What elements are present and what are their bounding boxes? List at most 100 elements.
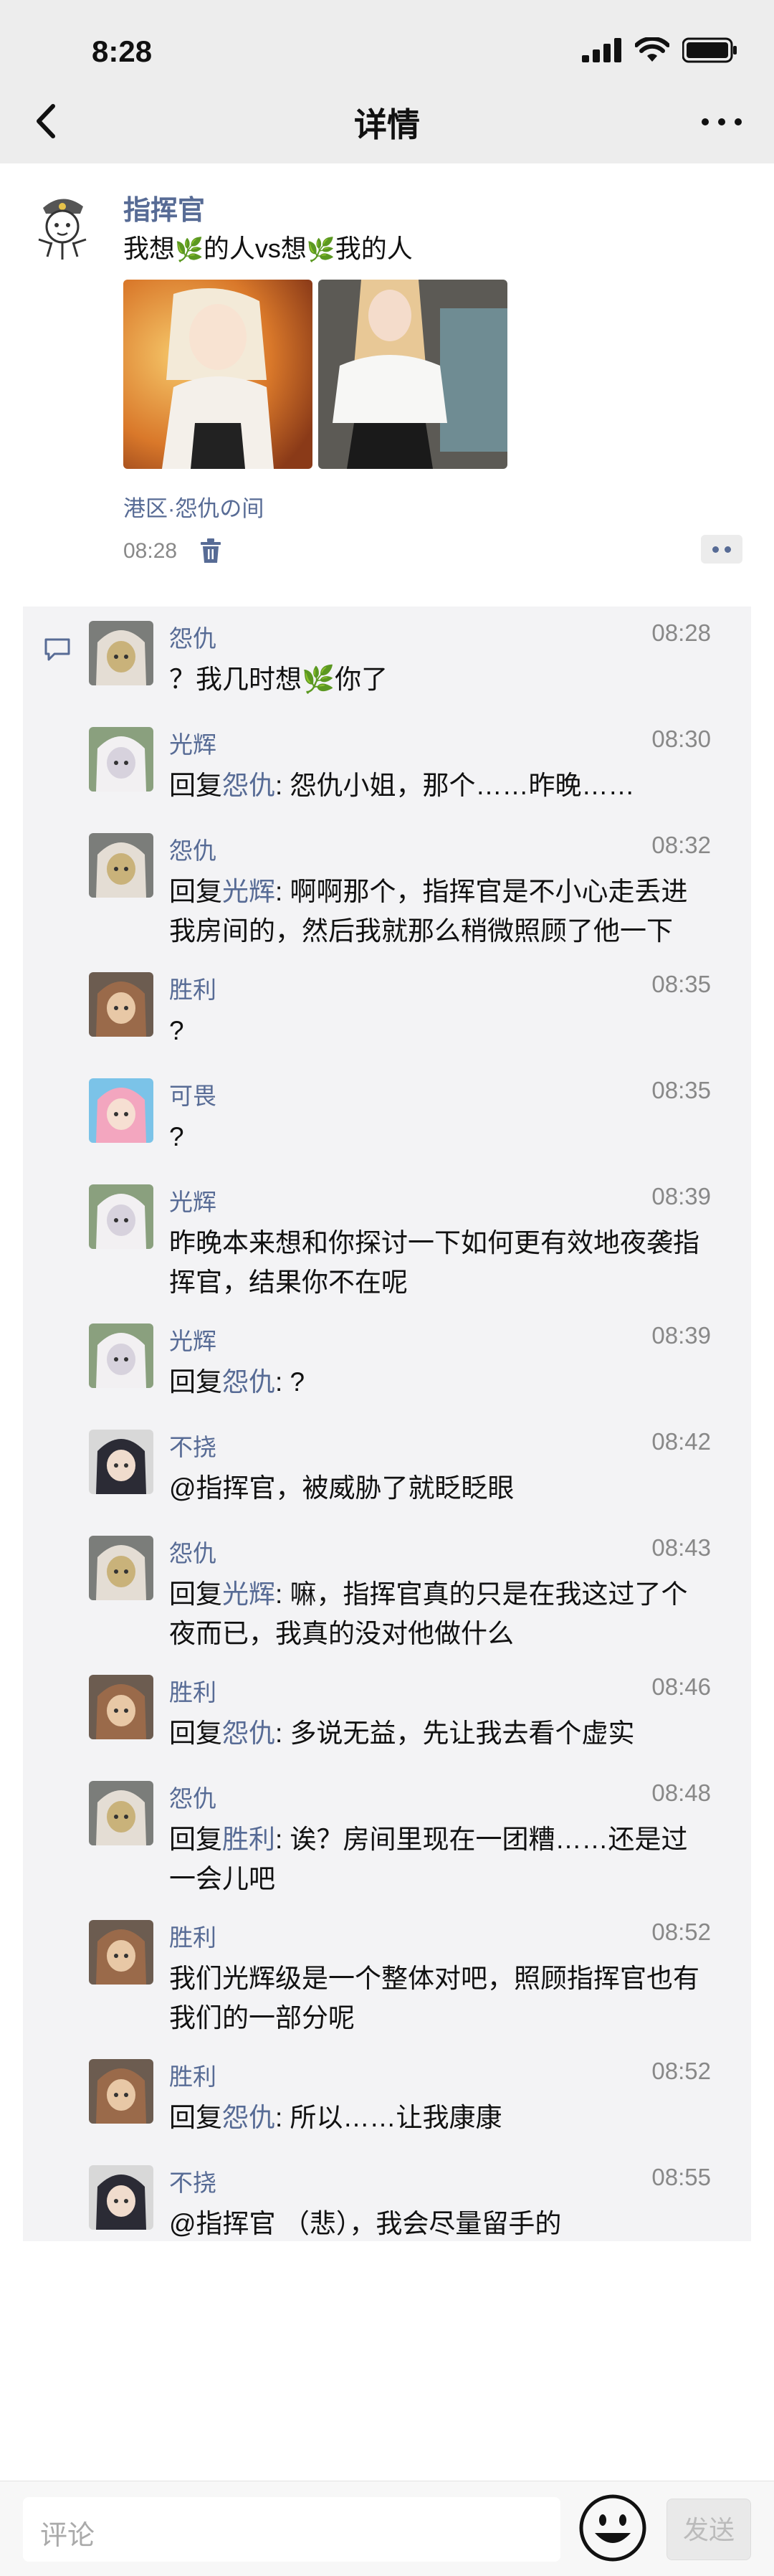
comment-item[interactable]: 怨仇 08:48 回复胜利: 诶？房间里现在一团糟……还是过一会儿吧 (23, 1767, 751, 1906)
send-button[interactable]: 发送 (666, 2499, 751, 2560)
commenter-name[interactable]: 怨仇 (169, 1534, 216, 1569)
comment-time: 08:52 (651, 2058, 711, 2084)
comment-list: 怨仇 08:28 ？我几时想🌿你了 光辉 08:30 回复怨仇: 怨仇小姐，那个……昨晚…… (23, 607, 751, 2241)
comment-body: ? (169, 1122, 184, 1151)
reply-target-name[interactable]: 光辉 (222, 877, 275, 906)
reply-prefix: 回复 (169, 2103, 222, 2132)
commenter-name[interactable]: 胜利 (169, 1919, 216, 1953)
comment-text: 回复怨仇: 所以……让我康康 (169, 2098, 714, 2137)
reply-target-name[interactable]: 光辉 (222, 1579, 275, 1609)
comment-text: 回复怨仇: 多说无益，先让我去看个虚实 (169, 1714, 714, 1753)
comment-item[interactable]: 光辉 08:39 回复怨仇: ? (23, 1309, 751, 1415)
commenter-name[interactable]: 怨仇 (169, 619, 216, 654)
commenter-avatar[interactable] (89, 1184, 153, 1249)
comment-item[interactable]: 胜利 08:52 回复怨仇: 所以……让我康康 (23, 2045, 751, 2151)
nav-bar: 详情 (0, 79, 774, 163)
comment-item[interactable]: 光辉 08:30 回复怨仇: 怨仇小姐，那个……昨晚…… (23, 713, 751, 819)
comment-item[interactable]: 不挠 08:42 @指挥官，被威胁了就眨眨眼 (23, 1415, 751, 1521)
commenter-avatar[interactable] (89, 1781, 153, 1845)
commenter-name[interactable]: 可畏 (169, 1077, 216, 1111)
reply-target-name[interactable]: 胜利 (222, 1825, 275, 1854)
commenter-avatar[interactable] (89, 1675, 153, 1739)
more-actions-button[interactable] (701, 535, 742, 564)
commenter-avatar[interactable] (89, 1078, 153, 1143)
commenter-avatar[interactable] (89, 972, 153, 1037)
commenter-avatar[interactable] (89, 727, 153, 792)
comment-item[interactable]: 光辉 08:39 昨晚本来想和你探讨一下如何更有效地夜袭指挥官，结果你不在呢 (23, 1170, 751, 1309)
commenter-name[interactable]: 怨仇 (169, 832, 216, 866)
commenter-avatar[interactable] (89, 833, 153, 898)
commenter-name[interactable]: 不挠 (169, 1428, 216, 1463)
more-icon[interactable] (697, 100, 747, 143)
post-image-1[interactable] (123, 280, 312, 469)
comment-text: 回复胜利: 诶？房间里现在一团糟……还是过一会儿吧 (169, 1820, 714, 1898)
status-time: 8:28 (92, 34, 153, 68)
reply-target-name[interactable]: 怨仇 (222, 1719, 275, 1748)
comment-body: : 多说无益，先让我去看个虚实 (275, 1719, 635, 1748)
commenter-name[interactable]: 胜利 (169, 971, 216, 1005)
reply-target-name[interactable]: 怨仇 (222, 771, 275, 800)
commenter-avatar[interactable] (89, 2165, 153, 2230)
commenter-name[interactable]: 怨仇 (169, 1779, 216, 1814)
commenter-name[interactable]: 胜利 (169, 1673, 216, 1708)
signal-icon (582, 38, 621, 62)
comment-time: 08:55 (651, 2164, 711, 2190)
comment-item[interactable]: 怨仇 08:32 回复光辉: 啊啊那个，指挥官是不小心走丢进我房间的，然后我就那么稍… (23, 819, 751, 958)
comment-text: 回复怨仇: 怨仇小姐，那个……昨晚…… (169, 766, 714, 805)
comment-time: 08:35 (651, 1077, 711, 1103)
comment-item[interactable]: 怨仇 08:43 回复光辉: 嘛，指挥官真的只是在我这过了个夜而已，我真的没对他做什… (23, 1521, 751, 1660)
trash-icon[interactable] (198, 536, 224, 565)
commenter-avatar[interactable] (89, 2059, 153, 2124)
post-image-2[interactable] (318, 280, 507, 469)
post-time: 08:28 (123, 539, 178, 563)
comment-time: 08:42 (651, 1428, 711, 1455)
reply-prefix: 回复 (169, 877, 222, 906)
wifi-icon (635, 37, 669, 62)
comment-item[interactable]: 胜利 08:52 我们光辉级是一个整体对吧，照顾指挥官也有我们的一部分呢 (23, 1906, 751, 2045)
comment-body: ? (169, 1016, 184, 1045)
comment-text: 回复光辉: 啊啊那个，指挥官是不小心走丢进我房间的，然后我就那么稍微照顾了他一下 (169, 872, 714, 951)
author-avatar[interactable] (23, 185, 102, 264)
comment-body: : 怨仇小姐，那个……昨晚…… (275, 771, 635, 800)
comment-text: ？我几时想🌿你了 (169, 660, 714, 699)
post-location[interactable]: 港区·怨仇の间 (123, 490, 264, 523)
commenter-name[interactable]: 胜利 (169, 2058, 216, 2092)
comment-body: @指挥官，被威胁了就眨眨眼 (169, 1473, 515, 1503)
commenter-name[interactable]: 光辉 (169, 1322, 216, 1356)
comment-text: ? (169, 1117, 714, 1156)
post-text-part-3: 我的人 (335, 234, 413, 263)
comment-item[interactable]: 怨仇 08:28 ？我几时想🌿你了 (23, 607, 751, 713)
comment-input[interactable]: 评论 (23, 2497, 560, 2562)
emoji-icon[interactable] (578, 2493, 648, 2563)
reply-prefix: 回复 (169, 1719, 222, 1748)
reply-target-name[interactable]: 怨仇 (222, 2103, 275, 2132)
comment-body: ？我几时想🌿你了 (169, 665, 388, 694)
reply-prefix: 回复 (169, 771, 222, 800)
comment-item[interactable]: 胜利 08:46 回复怨仇: 多说无益，先让我去看个虚实 (23, 1660, 751, 1767)
comment-time: 08:32 (651, 832, 711, 858)
commenter-name[interactable]: 光辉 (169, 1183, 216, 1217)
reply-target-name[interactable]: 怨仇 (222, 1367, 275, 1397)
post-text-part-1: 我想 (123, 234, 176, 263)
author-name[interactable]: 指挥官 (123, 188, 205, 227)
leaf-icon: 🌿 (306, 237, 335, 262)
commenter-avatar[interactable] (89, 1920, 153, 1985)
comment-item[interactable]: 可畏 08:35? (23, 1064, 751, 1170)
reply-prefix: 回复 (169, 1825, 222, 1854)
status-icons (582, 37, 738, 63)
post-text-part-2: 的人vs想 (203, 234, 307, 263)
comment-text: 昨晚本来想和你探讨一下如何更有效地夜袭指挥官，结果你不在呢 (169, 1223, 714, 1302)
comment-time: 08:43 (651, 1534, 711, 1561)
comment-time: 08:30 (651, 726, 711, 752)
commenter-avatar[interactable] (89, 1323, 153, 1388)
commenter-avatar[interactable] (89, 1430, 153, 1494)
commenter-avatar[interactable] (89, 621, 153, 685)
comment-time: 08:28 (651, 619, 711, 646)
commenter-name[interactable]: 光辉 (169, 726, 216, 760)
comment-item[interactable]: 不挠 08:55 @指挥官 （悲），我会尽量留手的 (23, 2151, 751, 2257)
comment-time: 08:48 (651, 1779, 711, 1806)
comment-text: 我们光辉级是一个整体对吧，照顾指挥官也有我们的一部分呢 (169, 1959, 714, 2038)
commenter-avatar[interactable] (89, 1536, 153, 1600)
comment-item[interactable]: 胜利 08:35? (23, 958, 751, 1064)
commenter-name[interactable]: 不挠 (169, 2164, 216, 2198)
